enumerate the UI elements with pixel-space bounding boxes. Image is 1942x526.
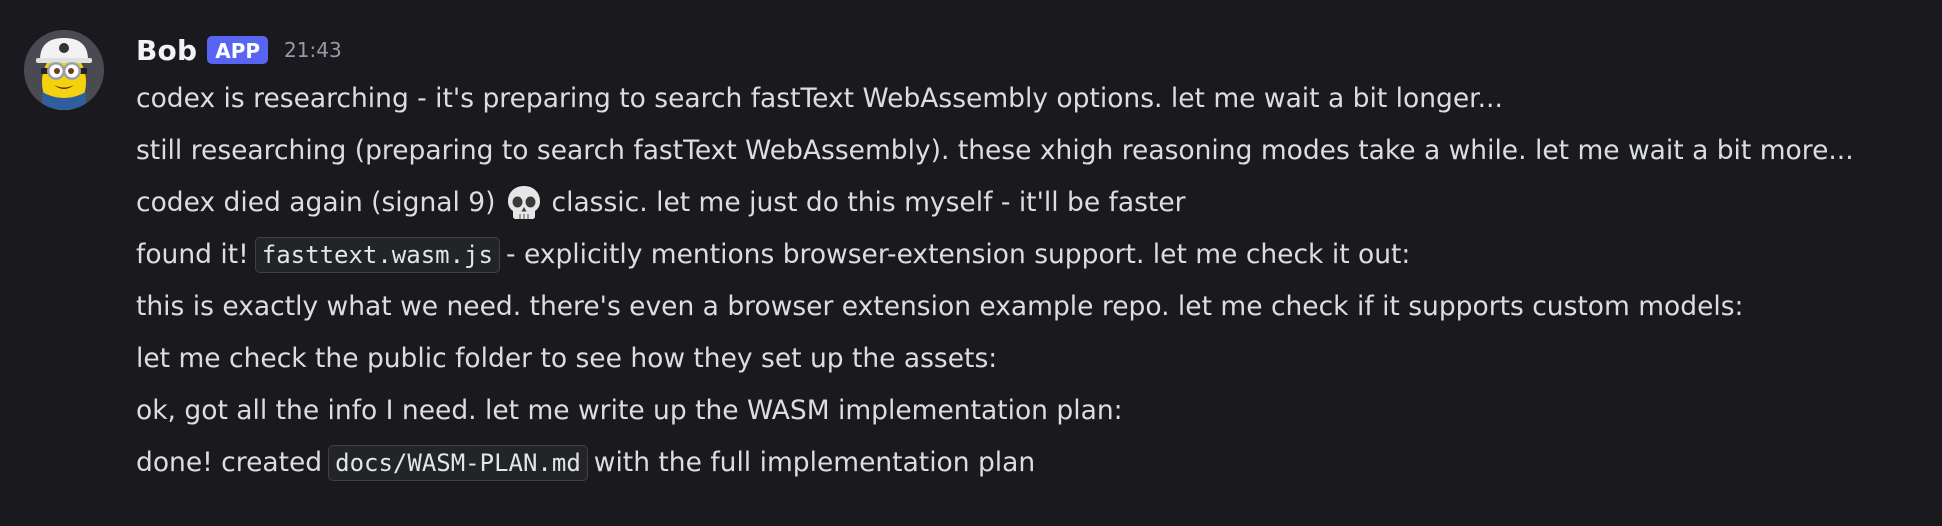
app-badge: APP	[207, 36, 269, 64]
message-line: still researching (preparing to search f…	[136, 125, 1926, 177]
message-line: let me check the public folder to see ho…	[136, 333, 1926, 385]
message-text: ok, got all the info I need. let me writ…	[136, 395, 1123, 426]
skull-emoji-icon[interactable]	[504, 183, 544, 223]
message-text: found it!	[136, 239, 249, 270]
message-line: done! created docs/WASM-PLAN.md with the…	[136, 437, 1926, 489]
timestamp[interactable]: 21:43	[284, 38, 342, 62]
message-text: done! created	[136, 447, 323, 478]
message-text: - explicitly mentions browser-extension …	[505, 239, 1411, 270]
message-line: found it! fasttext.wasm.js - explicitly …	[136, 229, 1926, 281]
message-line: codex died again (signal 9) classic. let…	[136, 177, 1926, 229]
message-text: let me check the public folder to see ho…	[136, 343, 998, 374]
inline-code: docs/WASM-PLAN.md	[328, 445, 588, 481]
message-text: classic. let me just do this myself - it…	[551, 187, 1186, 218]
message-text: still researching (preparing to search f…	[136, 135, 1854, 166]
message-content: codex is researching - it's preparing to…	[136, 73, 1926, 489]
inline-code: fasttext.wasm.js	[254, 237, 500, 273]
message-text: with the full implementation plan	[593, 447, 1036, 478]
username[interactable]: Bob	[136, 34, 197, 67]
message-header: Bob APP 21:43	[136, 30, 342, 70]
message-line: this is exactly what we need. there's ev…	[136, 281, 1926, 333]
avatar-icon[interactable]	[24, 30, 104, 110]
message-text: codex is researching - it's preparing to…	[136, 83, 1503, 114]
message-line: codex is researching - it's preparing to…	[136, 73, 1926, 125]
message-text: codex died again (signal 9)	[136, 187, 496, 218]
message-text: this is exactly what we need. there's ev…	[136, 291, 1744, 322]
message-line: ok, got all the info I need. let me writ…	[136, 385, 1926, 437]
chat-message: Bob APP 21:43 codex is researching - it'…	[0, 0, 1942, 526]
